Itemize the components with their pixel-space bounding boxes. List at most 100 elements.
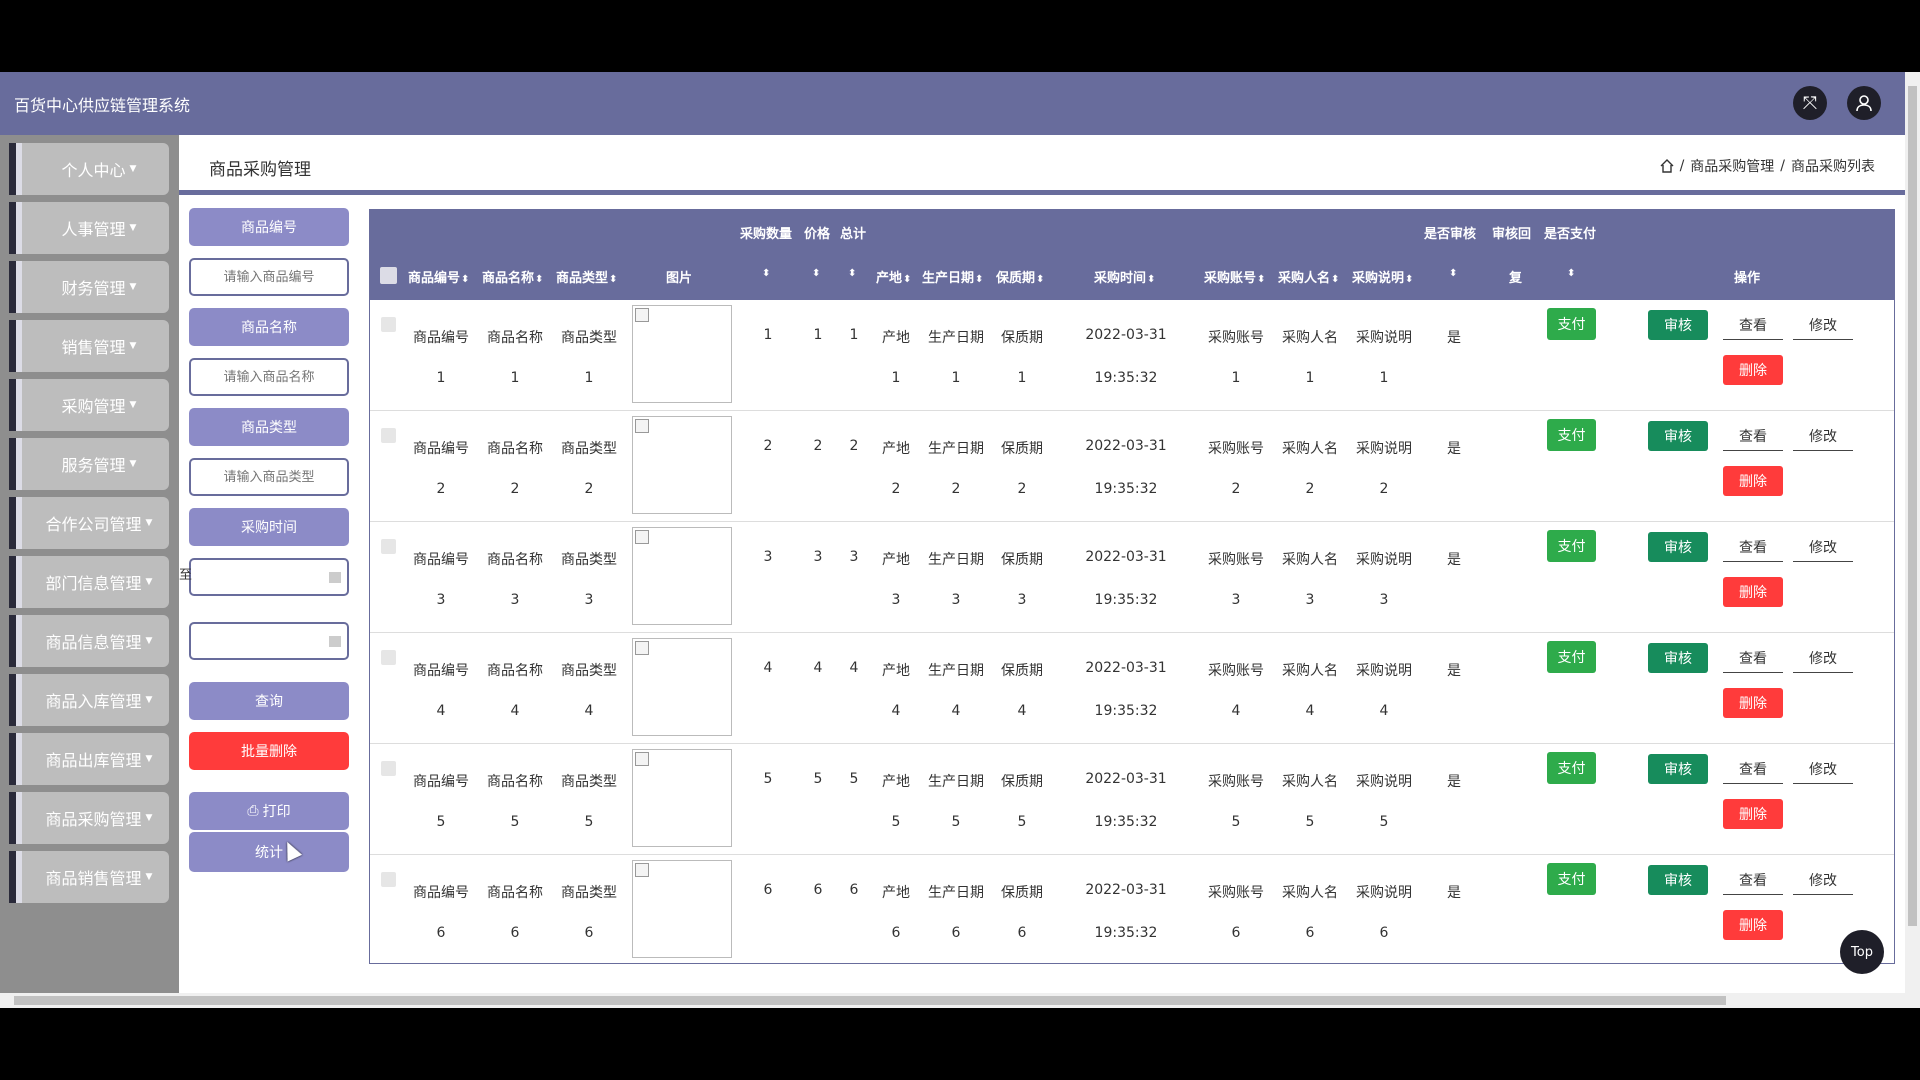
view-button[interactable]: 查看 bbox=[1723, 532, 1783, 562]
audit-button[interactable]: 审核 bbox=[1648, 532, 1708, 562]
delete-button[interactable]: 删除 bbox=[1723, 466, 1783, 496]
stats-button[interactable]: 统计 bbox=[189, 832, 349, 872]
edit-button[interactable]: 修改 bbox=[1793, 754, 1853, 784]
search-button[interactable]: 查询 bbox=[189, 682, 349, 720]
print-button[interactable]: ⎙ 打印 bbox=[189, 792, 349, 830]
cell-type: 商品类型 bbox=[561, 774, 617, 790]
col-audited-sort-icon[interactable]: ⬍ bbox=[1449, 268, 1457, 279]
pay-button[interactable]: 支付 bbox=[1547, 863, 1596, 895]
vertical-scrollbar[interactable] bbox=[1905, 72, 1920, 1008]
row-checkbox[interactable] bbox=[381, 872, 396, 887]
sidebar-item[interactable]: 个人中心 ▼ bbox=[9, 143, 169, 195]
col-prod-date[interactable]: 生产日期⬍ bbox=[922, 267, 983, 286]
col-account[interactable]: 采购账号⬍ bbox=[1204, 267, 1265, 286]
select-all-checkbox[interactable] bbox=[380, 267, 397, 284]
col-shelf-life[interactable]: 保质期⬍ bbox=[996, 267, 1044, 286]
col-buyer[interactable]: 采购人名⬍ bbox=[1278, 267, 1339, 286]
col-name[interactable]: 商品名称⬍ bbox=[482, 267, 543, 286]
delete-button[interactable]: 删除 bbox=[1723, 799, 1783, 829]
cell-buyer-n: 4 bbox=[1305, 703, 1315, 719]
col-paid-sort-icon[interactable]: ⬍ bbox=[1567, 268, 1575, 279]
sidebar-item[interactable]: 销售管理 ▼ bbox=[9, 320, 169, 372]
col-code[interactable]: 商品编号⬍ bbox=[408, 267, 469, 286]
sidebar-item[interactable]: 商品采购管理 ▼ bbox=[9, 792, 169, 844]
row-checkbox[interactable] bbox=[381, 539, 396, 554]
sidebar-item[interactable]: 人事管理 ▼ bbox=[9, 202, 169, 254]
end-date-input[interactable] bbox=[189, 622, 349, 660]
sidebar-item[interactable]: 商品出库管理 ▼ bbox=[9, 733, 169, 785]
cell-total: 2 bbox=[849, 438, 859, 454]
pay-button[interactable]: 支付 bbox=[1547, 752, 1596, 784]
delete-button[interactable]: 删除 bbox=[1723, 355, 1783, 385]
start-date-input[interactable] bbox=[189, 558, 349, 596]
edit-button[interactable]: 修改 bbox=[1793, 865, 1853, 895]
audit-button[interactable]: 审核 bbox=[1648, 643, 1708, 673]
edit-button[interactable]: 修改 bbox=[1793, 643, 1853, 673]
name-search-input[interactable] bbox=[189, 358, 349, 396]
audit-button[interactable]: 审核 bbox=[1648, 865, 1708, 895]
col-qty-sort-icon[interactable]: ⬍ bbox=[762, 268, 770, 279]
date-range-separator: 至 bbox=[179, 568, 193, 583]
chevron-down-icon: ▼ bbox=[129, 459, 137, 469]
cell-prod-date_n: 2 bbox=[951, 481, 961, 497]
horizontal-scrollbar[interactable] bbox=[0, 993, 1905, 1008]
code-filter-label: 商品编号 bbox=[189, 208, 349, 246]
delete-button[interactable]: 删除 bbox=[1723, 577, 1783, 607]
edit-button[interactable]: 修改 bbox=[1793, 421, 1853, 451]
cell-name: 商品名称 bbox=[487, 663, 543, 679]
row-checkbox[interactable] bbox=[381, 317, 396, 332]
pay-button[interactable]: 支付 bbox=[1547, 641, 1596, 673]
row-checkbox[interactable] bbox=[381, 428, 396, 443]
batch-delete-button[interactable]: 批量删除 bbox=[189, 732, 349, 770]
home-icon[interactable] bbox=[1660, 159, 1674, 173]
sidebar-item[interactable]: 商品信息管理 ▼ bbox=[9, 615, 169, 667]
sidebar-item[interactable]: 商品销售管理 ▼ bbox=[9, 851, 169, 903]
cell-account-n: 5 bbox=[1231, 814, 1241, 830]
audit-button[interactable]: 审核 bbox=[1648, 754, 1708, 784]
col-price-sort-icon[interactable]: ⬍ bbox=[812, 268, 820, 279]
cell-time: 19:35:32 bbox=[1094, 814, 1158, 830]
audit-button[interactable]: 审核 bbox=[1648, 421, 1708, 451]
breadcrumb-item-purchase[interactable]: 商品采购管理 bbox=[1690, 156, 1774, 176]
row-checkbox[interactable] bbox=[381, 761, 396, 776]
cell-shelf-n: 6 bbox=[1017, 925, 1027, 941]
view-button[interactable]: 查看 bbox=[1723, 310, 1783, 340]
code-search-input[interactable] bbox=[189, 258, 349, 296]
col-time[interactable]: 采购时间⬍ bbox=[1094, 267, 1155, 286]
sidebar-item[interactable]: 合作公司管理 ▼ bbox=[9, 497, 169, 549]
sidebar-item[interactable]: 采购管理 ▼ bbox=[9, 379, 169, 431]
edit-button[interactable]: 修改 bbox=[1793, 532, 1853, 562]
sidebar-item[interactable]: 部门信息管理 ▼ bbox=[9, 556, 169, 608]
table-row: 商品编号 5 商品名称 5 商品类型 5 5 5 5 产地 5 生产日期 5 保质期 5 2022-03-31… bbox=[370, 744, 1894, 855]
delete-button[interactable]: 删除 bbox=[1723, 688, 1783, 718]
top-bar: 百货中心供应链管理系统 ⤧ bbox=[0, 72, 1905, 135]
view-button[interactable]: 查看 bbox=[1723, 643, 1783, 673]
table-row: 商品编号 3 商品名称 3 商品类型 3 3 3 3 产地 3 生产日期 3 保质期 3 2022-03-31… bbox=[370, 522, 1894, 633]
type-search-input[interactable] bbox=[189, 458, 349, 496]
edit-button[interactable]: 修改 bbox=[1793, 310, 1853, 340]
sidebar-item-label: 销售管理 bbox=[61, 338, 126, 357]
sidebar-item[interactable]: 财务管理 ▼ bbox=[9, 261, 169, 313]
header-audit-reply: 审核回 bbox=[1492, 227, 1532, 242]
view-button[interactable]: 查看 bbox=[1723, 421, 1783, 451]
breadcrumb-item-list: 商品采购列表 bbox=[1791, 159, 1875, 175]
pay-button[interactable]: 支付 bbox=[1547, 308, 1596, 340]
pay-button[interactable]: 支付 bbox=[1547, 530, 1596, 562]
delete-button[interactable]: 删除 bbox=[1723, 910, 1783, 940]
back-to-top-button[interactable]: Top bbox=[1840, 930, 1884, 974]
fullscreen-button[interactable]: ⤧ bbox=[1793, 86, 1827, 120]
sidebar-item[interactable]: 商品入库管理 ▼ bbox=[9, 674, 169, 726]
pay-button[interactable]: 支付 bbox=[1547, 419, 1596, 451]
row-checkbox[interactable] bbox=[381, 650, 396, 665]
user-menu-button[interactable] bbox=[1847, 86, 1881, 120]
col-origin[interactable]: 产地⬍ bbox=[876, 267, 911, 286]
audit-button[interactable]: 审核 bbox=[1648, 310, 1708, 340]
col-note[interactable]: 采购说明⬍ bbox=[1352, 267, 1413, 286]
view-button[interactable]: 查看 bbox=[1723, 754, 1783, 784]
cell-prod-date_n: 1 bbox=[951, 370, 961, 386]
sidebar-item[interactable]: 服务管理 ▼ bbox=[9, 438, 169, 490]
main-content: 商品采购管理 / 商品采购管理 / 商品采购列表 商品编号 商品名称 商品类型 … bbox=[179, 135, 1905, 993]
col-total-sort-icon[interactable]: ⬍ bbox=[848, 268, 856, 279]
view-button[interactable]: 查看 bbox=[1723, 865, 1783, 895]
col-type[interactable]: 商品类型⬍ bbox=[556, 267, 617, 286]
